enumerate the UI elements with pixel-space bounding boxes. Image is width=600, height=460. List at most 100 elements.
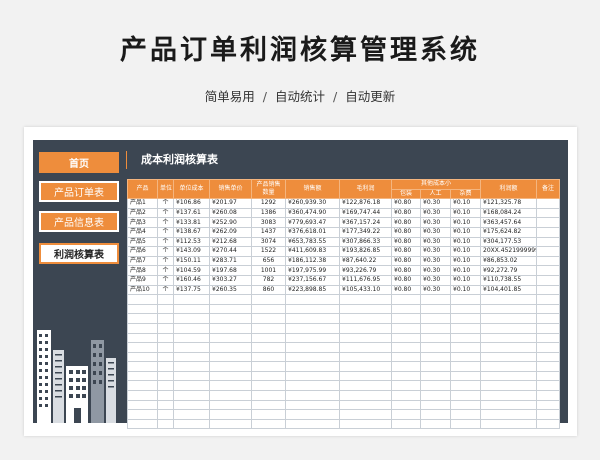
empty-cell[interactable]: [173, 332, 210, 344]
empty-cell[interactable]: [536, 342, 560, 353]
empty-cell[interactable]: [339, 294, 392, 305]
empty-cell[interactable]: [339, 313, 392, 324]
empty-cell[interactable]: [450, 351, 481, 363]
cell-unit-cost[interactable]: ¥106.86: [173, 198, 210, 209]
empty-cell[interactable]: [339, 351, 392, 363]
empty-cell[interactable]: [209, 390, 252, 401]
empty-cell[interactable]: [420, 409, 451, 420]
empty-cell[interactable]: [209, 322, 252, 334]
empty-cell[interactable]: [209, 303, 252, 315]
empty-cell[interactable]: [173, 399, 210, 411]
cell-margin[interactable]: ¥307,866.33: [339, 236, 392, 248]
cell-misc[interactable]: ¥0.10: [450, 255, 481, 267]
cell-misc[interactable]: ¥0.10: [450, 226, 481, 238]
empty-cell[interactable]: [339, 418, 392, 430]
empty-cell[interactable]: [420, 390, 451, 401]
empty-cell[interactable]: [127, 313, 158, 324]
empty-cell[interactable]: [285, 294, 340, 305]
empty-cell[interactable]: [391, 399, 421, 411]
cell-packaging[interactable]: ¥0.80: [391, 284, 421, 296]
cell-unit-price[interactable]: ¥283.71: [209, 255, 252, 267]
cell-unit-price[interactable]: ¥212.68: [209, 236, 252, 248]
cell-margin[interactable]: ¥111,676.95: [339, 274, 392, 286]
cell-profit[interactable]: 20XX.45219999994: [480, 246, 537, 257]
empty-cell[interactable]: [285, 418, 340, 430]
empty-cell[interactable]: [127, 361, 158, 372]
empty-cell[interactable]: [285, 342, 340, 353]
cell-note[interactable]: [536, 236, 560, 248]
cell-unit[interactable]: 个: [157, 198, 174, 209]
cell-qty[interactable]: 1292: [251, 198, 286, 209]
cell-margin[interactable]: ¥93,226.79: [339, 265, 392, 276]
cell-note[interactable]: [536, 284, 560, 296]
empty-cell[interactable]: [420, 351, 451, 363]
empty-cell[interactable]: [391, 332, 421, 344]
empty-cell[interactable]: [251, 399, 286, 411]
cell-unit[interactable]: 个: [157, 207, 174, 219]
empty-cell[interactable]: [339, 370, 392, 382]
empty-cell[interactable]: [450, 294, 481, 305]
empty-cell[interactable]: [480, 303, 537, 315]
empty-cell[interactable]: [285, 390, 340, 401]
empty-cell[interactable]: [480, 409, 537, 420]
cell-misc[interactable]: ¥0.10: [450, 217, 481, 228]
cell-note[interactable]: [536, 207, 560, 219]
empty-cell[interactable]: [285, 303, 340, 315]
cell-unit-price[interactable]: ¥197.68: [209, 265, 252, 276]
cell-unit-cost[interactable]: ¥150.11: [173, 255, 210, 267]
cell-margin[interactable]: ¥367,157.24: [339, 217, 392, 228]
empty-cell[interactable]: [450, 313, 481, 324]
cell-misc[interactable]: ¥0.10: [450, 265, 481, 276]
empty-cell[interactable]: [251, 351, 286, 363]
empty-cell[interactable]: [251, 313, 286, 324]
empty-cell[interactable]: [157, 303, 174, 315]
nav-profit-sheet-button[interactable]: 利润核算表: [39, 243, 119, 264]
empty-cell[interactable]: [450, 322, 481, 334]
empty-cell[interactable]: [536, 361, 560, 372]
cell-note[interactable]: [536, 255, 560, 267]
cell-packaging[interactable]: ¥0.80: [391, 207, 421, 219]
cell-product[interactable]: 产品1: [127, 198, 158, 209]
empty-cell[interactable]: [480, 313, 537, 324]
cell-sales[interactable]: ¥260,939.30: [285, 198, 340, 209]
empty-cell[interactable]: [127, 390, 158, 401]
cell-profit[interactable]: ¥175,624.82: [480, 226, 537, 238]
empty-cell[interactable]: [339, 399, 392, 411]
empty-cell[interactable]: [209, 399, 252, 411]
empty-cell[interactable]: [209, 313, 252, 324]
empty-cell[interactable]: [536, 351, 560, 363]
nav-product-orders-button[interactable]: 产品订单表: [39, 181, 119, 202]
empty-cell[interactable]: [157, 313, 174, 324]
empty-cell[interactable]: [285, 332, 340, 344]
cell-margin[interactable]: ¥193,826.85: [339, 246, 392, 257]
cell-labor[interactable]: ¥0.30: [420, 217, 451, 228]
empty-cell[interactable]: [450, 342, 481, 353]
empty-cell[interactable]: [391, 361, 421, 372]
empty-cell[interactable]: [251, 418, 286, 430]
cell-labor[interactable]: ¥0.30: [420, 274, 451, 286]
empty-cell[interactable]: [157, 370, 174, 382]
empty-cell[interactable]: [420, 399, 451, 411]
cell-note[interactable]: [536, 217, 560, 228]
empty-cell[interactable]: [391, 380, 421, 392]
empty-cell[interactable]: [450, 418, 481, 430]
empty-cell[interactable]: [536, 370, 560, 382]
cell-packaging[interactable]: ¥0.80: [391, 198, 421, 209]
empty-cell[interactable]: [285, 399, 340, 411]
cell-packaging[interactable]: ¥0.80: [391, 255, 421, 267]
cell-unit-cost[interactable]: ¥160.46: [173, 274, 210, 286]
empty-cell[interactable]: [285, 322, 340, 334]
empty-cell[interactable]: [391, 294, 421, 305]
cell-unit-cost[interactable]: ¥137.75: [173, 284, 210, 296]
empty-cell[interactable]: [251, 361, 286, 372]
empty-cell[interactable]: [285, 351, 340, 363]
empty-cell[interactable]: [420, 370, 451, 382]
cell-qty[interactable]: 656: [251, 255, 286, 267]
empty-cell[interactable]: [420, 332, 451, 344]
empty-cell[interactable]: [127, 380, 158, 392]
empty-cell[interactable]: [157, 361, 174, 372]
cell-qty[interactable]: 3074: [251, 236, 286, 248]
cell-misc[interactable]: ¥0.10: [450, 284, 481, 296]
cell-qty[interactable]: 1001: [251, 265, 286, 276]
cell-qty[interactable]: 1386: [251, 207, 286, 219]
